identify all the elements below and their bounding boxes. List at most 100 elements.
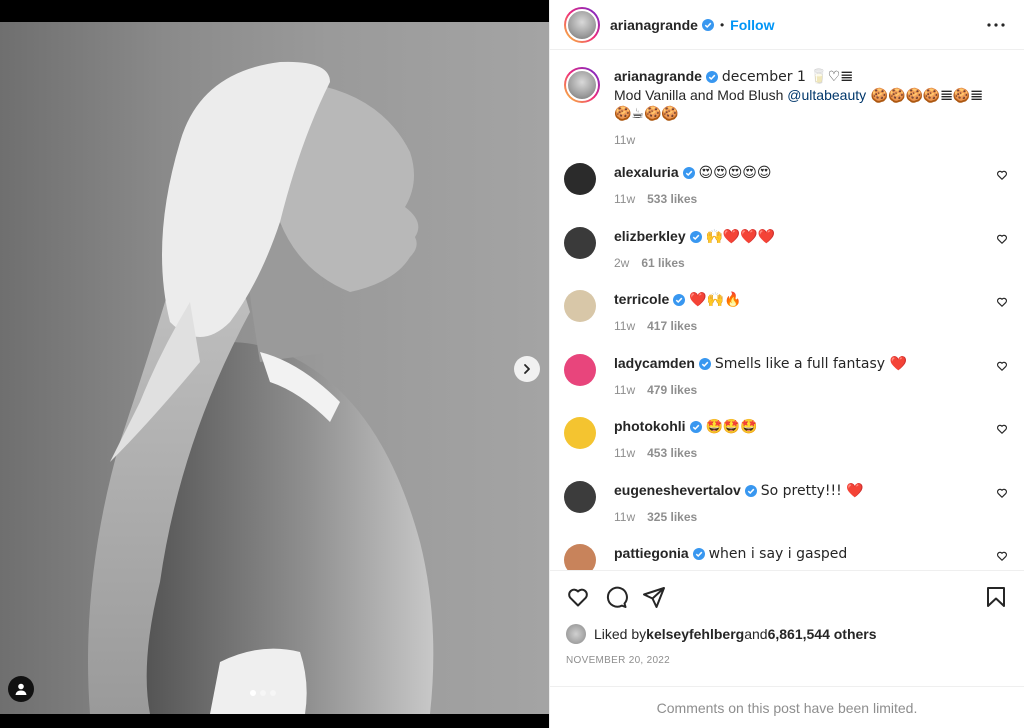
comment-like-button[interactable] — [990, 550, 1008, 562]
comment-body: terricole ❤️🙌🔥 11w 417 likes — [614, 290, 990, 335]
commenter-username[interactable]: terricole — [614, 291, 669, 307]
commenter-username[interactable]: eugeneshevertalov — [614, 482, 741, 498]
heart-outline-icon — [997, 170, 1007, 180]
liker-username[interactable]: kelseyfehlberg — [646, 626, 744, 642]
next-photo-button[interactable] — [514, 356, 540, 382]
commenter-username[interactable]: elizberkley — [614, 228, 686, 244]
save-button[interactable] — [982, 583, 1010, 611]
comment-like-button[interactable] — [990, 169, 1008, 181]
comment-icon — [606, 586, 628, 608]
post-header: arianagrande • Follow — [550, 0, 1024, 50]
comment-time[interactable]: 11w — [614, 510, 635, 524]
commenter-username[interactable]: pattiegonia — [614, 545, 689, 561]
carousel-dot — [260, 690, 266, 696]
comment-body: alexaluria 😍😍😍😍😍 11w 533 likes — [614, 163, 990, 208]
carousel-dots — [250, 690, 276, 696]
verified-badge-icon — [744, 484, 757, 497]
comments-limited-notice: Comments on this post have been limited. — [550, 686, 1024, 728]
verified-badge-icon — [701, 18, 714, 31]
comment-like-button[interactable] — [990, 296, 1008, 308]
comment-body: photokohli 🤩🤩🤩 11w 453 likes — [614, 417, 990, 462]
post-caption: arianagrande december 1 🥛♡𝌆 Mod Vanilla … — [564, 51, 1008, 163]
likes-middle: and — [744, 626, 768, 642]
caption-time[interactable]: 11w — [614, 131, 983, 149]
comment-body: elizberkley 🙌❤️❤️❤️ 2w 61 likes — [614, 227, 990, 272]
commenter-username[interactable]: photokohli — [614, 418, 686, 434]
caption-line-2-prefix: Mod Vanilla and Mod Blush — [614, 87, 788, 103]
comment-likes[interactable]: 479 likes — [647, 383, 697, 397]
verified-badge-icon — [705, 71, 718, 83]
comment-body: pattiegonia when i say i gasped — [614, 544, 990, 563]
verified-badge-icon — [698, 357, 711, 370]
heart-outline-icon — [997, 551, 1007, 561]
more-horizontal-icon — [987, 22, 1005, 27]
verified-badge-icon — [692, 548, 705, 560]
comment-likes[interactable]: 417 likes — [647, 319, 697, 333]
more-options-button[interactable] — [984, 13, 1008, 37]
chevron-right-icon — [524, 364, 530, 374]
tagged-users-button[interactable] — [8, 676, 34, 702]
caption-avatar[interactable] — [564, 67, 600, 103]
caption-username[interactable]: arianagrande — [614, 68, 702, 84]
likes-prefix: Liked by — [594, 626, 647, 642]
comment-text: ❤️🙌🔥 — [689, 292, 742, 308]
comment-like-button[interactable] — [990, 423, 1008, 435]
comment-meta: 2w 61 likes — [614, 254, 990, 272]
comment-row: eugeneshevertalov So pretty!!! ❤️ 11w 325… — [564, 480, 1008, 545]
comment-like-button[interactable] — [990, 233, 1008, 245]
comment-time[interactable]: 11w — [614, 192, 635, 206]
heart-outline-icon — [997, 488, 1007, 498]
paper-plane-icon — [643, 586, 665, 608]
carousel-dot — [270, 690, 276, 696]
comment-text: when i say i gasped — [708, 546, 848, 562]
follow-button[interactable]: Follow — [730, 17, 774, 33]
commenter-username[interactable]: alexaluria — [614, 164, 679, 180]
caption-body: arianagrande december 1 🥛♡𝌆 Mod Vanilla … — [614, 67, 983, 163]
commenter-avatar[interactable] — [564, 226, 596, 259]
comment-text: 🙌❤️❤️❤️ — [705, 228, 776, 245]
liker-avatar[interactable] — [566, 624, 586, 644]
comment-button[interactable] — [602, 583, 630, 611]
header-separator: • — [719, 17, 725, 32]
commenter-avatar[interactable] — [564, 480, 596, 513]
comment-likes[interactable]: 61 likes — [641, 256, 684, 270]
comment-time[interactable]: 11w — [614, 446, 635, 460]
comment-row: elizberkley 🙌❤️❤️❤️ 2w 61 likes — [564, 226, 1008, 291]
heart-outline-icon — [997, 361, 1007, 371]
comment-likes[interactable]: 325 likes — [647, 510, 697, 524]
heart-outline-icon — [568, 588, 588, 606]
comment-row: alexaluria 😍😍😍😍😍 11w 533 likes — [564, 163, 1008, 227]
commenter-avatar[interactable] — [564, 353, 596, 386]
comment-likes[interactable]: 533 likes — [647, 192, 697, 206]
caption-line-1: december 1 🥛♡𝌆 — [721, 69, 853, 85]
verified-badge-icon — [673, 294, 686, 306]
share-button[interactable] — [640, 583, 668, 611]
commenter-username[interactable]: ladycamden — [614, 355, 695, 371]
comment-time[interactable]: 11w — [614, 319, 635, 333]
caption-line-3: 🍪☕🍪🍪 — [614, 106, 679, 122]
comment-time[interactable]: 2w — [614, 256, 629, 270]
commenter-avatar[interactable] — [564, 544, 596, 570]
comment-text: 😍😍😍😍😍 — [698, 165, 772, 181]
caption-mention-link[interactable]: @ultabeauty — [787, 87, 866, 103]
comment-items: alexaluria 😍😍😍😍😍 11w 533 likes elizberkle… — [564, 163, 1008, 570]
comment-likes[interactable]: 453 likes — [647, 446, 697, 460]
commenter-avatar[interactable] — [564, 417, 596, 449]
comment-like-button[interactable] — [990, 360, 1008, 372]
header-user: arianagrande • Follow — [610, 17, 774, 33]
commenter-avatar[interactable] — [564, 290, 596, 322]
avatar[interactable] — [564, 6, 600, 43]
post-date[interactable]: NOVEMBER 20, 2022 — [566, 655, 670, 666]
commenter-avatar[interactable] — [564, 163, 596, 195]
post-photo[interactable] — [0, 22, 549, 714]
comment-time[interactable]: 11w — [614, 383, 635, 397]
header-username[interactable]: arianagrande — [610, 17, 698, 33]
like-button[interactable] — [564, 583, 592, 611]
comment-like-button[interactable] — [990, 487, 1008, 499]
likes-count[interactable]: 6,861,544 others — [768, 626, 877, 642]
heart-outline-icon — [997, 424, 1007, 434]
comment-row: terricole ❤️🙌🔥 11w 417 likes — [564, 290, 1008, 354]
comment-text: Smells like a full fantasy ❤️ — [714, 355, 907, 372]
verified-badge-icon — [682, 167, 695, 179]
comments-list[interactable]: arianagrande december 1 🥛♡𝌆 Mod Vanilla … — [550, 51, 1024, 570]
